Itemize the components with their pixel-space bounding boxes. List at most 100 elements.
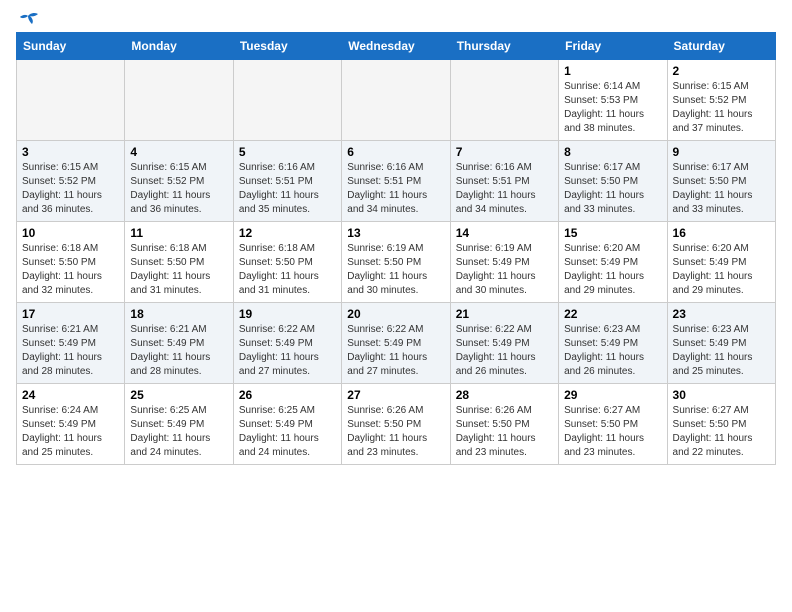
day-number: 12	[239, 226, 336, 240]
calendar-cell: 25Sunrise: 6:25 AM Sunset: 5:49 PM Dayli…	[125, 384, 233, 465]
calendar-cell: 2 Sunrise: 6:15 AM Sunset: 5:52 PM Daylig…	[667, 60, 775, 141]
day-number: 2	[673, 64, 770, 78]
day-info: Sunrise: 6:23 AM Sunset: 5:49 PM Dayligh…	[564, 323, 661, 379]
day-number: 6	[347, 145, 444, 159]
calendar-cell: 15 Sunrise: 6:20 AM Sunset: 5:49 PM Dayli…	[559, 222, 667, 303]
calendar-cell: 12 Sunrise: 6:18 AM Sunset: 5:50 PM Dayli…	[233, 222, 341, 303]
calendar-cell	[125, 60, 233, 141]
page-header	[16, 16, 776, 24]
day-number: 19	[239, 307, 336, 321]
calendar-cell: 21 Sunrise: 6:22 AM Sunset: 5:49 PM Dayli…	[450, 303, 558, 384]
calendar-week-row: 3 Sunrise: 6:15 AM Sunset: 5:52 PM Daylig…	[17, 141, 776, 222]
day-info: Sunrise: 6:15 AM Sunset: 5:52 PM Dayligh…	[130, 161, 227, 217]
calendar-cell: 10Sunrise: 6:18 AM Sunset: 5:50 PM Dayli…	[17, 222, 125, 303]
day-number: 10	[22, 226, 119, 240]
day-header-friday: Friday	[559, 33, 667, 60]
day-number: 26	[239, 388, 336, 402]
calendar-cell: 9 Sunrise: 6:17 AM Sunset: 5:50 PM Daylig…	[667, 141, 775, 222]
calendar-cell: 3 Sunrise: 6:15 AM Sunset: 5:52 PM Daylig…	[17, 141, 125, 222]
day-info: Sunrise: 6:22 AM Sunset: 5:49 PM Dayligh…	[347, 323, 444, 379]
day-header-monday: Monday	[125, 33, 233, 60]
day-number: 25	[130, 388, 227, 402]
day-info: Sunrise: 6:18 AM Sunset: 5:50 PM Dayligh…	[130, 242, 227, 298]
calendar-cell: 23 Sunrise: 6:23 AM Sunset: 5:49 PM Dayli…	[667, 303, 775, 384]
day-number: 11	[130, 226, 227, 240]
day-info: Sunrise: 6:21 AM Sunset: 5:49 PM Dayligh…	[130, 323, 227, 379]
day-number: 29	[564, 388, 661, 402]
day-number: 13	[347, 226, 444, 240]
calendar-week-row: 24 Sunrise: 6:24 AM Sunset: 5:49 PM Dayli…	[17, 384, 776, 465]
day-header-wednesday: Wednesday	[342, 33, 450, 60]
day-info: Sunrise: 6:20 AM Sunset: 5:49 PM Dayligh…	[673, 242, 770, 298]
day-number: 4	[130, 145, 227, 159]
day-info: Sunrise: 6:16 AM Sunset: 5:51 PM Dayligh…	[239, 161, 336, 217]
calendar-cell: 26Sunrise: 6:25 AM Sunset: 5:49 PM Dayli…	[233, 384, 341, 465]
calendar-cell: 18Sunrise: 6:21 AM Sunset: 5:49 PM Dayli…	[125, 303, 233, 384]
calendar-cell: 14 Sunrise: 6:19 AM Sunset: 5:49 PM Dayli…	[450, 222, 558, 303]
day-number: 24	[22, 388, 119, 402]
day-number: 3	[22, 145, 119, 159]
calendar-week-row: 17 Sunrise: 6:21 AM Sunset: 5:49 PM Dayli…	[17, 303, 776, 384]
calendar-cell	[233, 60, 341, 141]
day-header-thursday: Thursday	[450, 33, 558, 60]
day-info: Sunrise: 6:22 AM Sunset: 5:49 PM Dayligh…	[456, 323, 553, 379]
calendar-cell: 30Sunrise: 6:27 AM Sunset: 5:50 PM Dayli…	[667, 384, 775, 465]
calendar-header-row: SundayMondayTuesdayWednesdayThursdayFrid…	[17, 33, 776, 60]
day-number: 22	[564, 307, 661, 321]
calendar-cell: 11 Sunrise: 6:18 AM Sunset: 5:50 PM Dayli…	[125, 222, 233, 303]
day-number: 23	[673, 307, 770, 321]
day-info: Sunrise: 6:20 AM Sunset: 5:49 PM Dayligh…	[564, 242, 661, 298]
calendar-cell: 27 Sunrise: 6:26 AM Sunset: 5:50 PM Dayli…	[342, 384, 450, 465]
calendar-week-row: 1 Sunrise: 6:14 AM Sunset: 5:53 PM Daylig…	[17, 60, 776, 141]
day-number: 14	[456, 226, 553, 240]
calendar-cell: 19 Sunrise: 6:22 AM Sunset: 5:49 PM Dayli…	[233, 303, 341, 384]
day-info: Sunrise: 6:27 AM Sunset: 5:50 PM Dayligh…	[564, 404, 661, 460]
day-info: Sunrise: 6:15 AM Sunset: 5:52 PM Dayligh…	[22, 161, 119, 217]
logo	[16, 16, 38, 24]
calendar-week-row: 10 Sunrise: 6:18 AM Sunset: 5:50 PM Dayli…	[17, 222, 776, 303]
day-info: Sunrise: 6:27 AM Sunset: 5:50 PM Dayligh…	[673, 404, 770, 460]
calendar-table: SundayMondayTuesdayWednesdayThursdayFrid…	[16, 32, 776, 465]
calendar-cell: 17 Sunrise: 6:21 AM Sunset: 5:49 PM Dayli…	[17, 303, 125, 384]
calendar-cell: 1 Sunrise: 6:14 AM Sunset: 5:53 PM Daylig…	[559, 60, 667, 141]
day-number: 27	[347, 388, 444, 402]
day-info: Sunrise: 6:19 AM Sunset: 5:50 PM Dayligh…	[347, 242, 444, 298]
day-number: 16	[673, 226, 770, 240]
day-info: Sunrise: 6:22 AM Sunset: 5:49 PM Dayligh…	[239, 323, 336, 379]
day-header-sunday: Sunday	[17, 33, 125, 60]
day-number: 21	[456, 307, 553, 321]
day-number: 9	[673, 145, 770, 159]
day-number: 8	[564, 145, 661, 159]
day-number: 5	[239, 145, 336, 159]
day-number: 20	[347, 307, 444, 321]
day-info: Sunrise: 6:17 AM Sunset: 5:50 PM Dayligh…	[564, 161, 661, 217]
day-info: Sunrise: 6:14 AM Sunset: 5:53 PM Dayligh…	[564, 80, 661, 136]
day-header-tuesday: Tuesday	[233, 33, 341, 60]
calendar-cell: 7Sunrise: 6:16 AM Sunset: 5:51 PM Daylig…	[450, 141, 558, 222]
calendar-cell: 16 Sunrise: 6:20 AM Sunset: 5:49 PM Dayli…	[667, 222, 775, 303]
day-header-saturday: Saturday	[667, 33, 775, 60]
calendar-cell	[450, 60, 558, 141]
calendar-cell: 29 Sunrise: 6:27 AM Sunset: 5:50 PM Dayli…	[559, 384, 667, 465]
day-number: 1	[564, 64, 661, 78]
calendar-cell: 8 Sunrise: 6:17 AM Sunset: 5:50 PM Daylig…	[559, 141, 667, 222]
day-info: Sunrise: 6:19 AM Sunset: 5:49 PM Dayligh…	[456, 242, 553, 298]
day-info: Sunrise: 6:16 AM Sunset: 5:51 PM Dayligh…	[347, 161, 444, 217]
calendar-cell: 20 Sunrise: 6:22 AM Sunset: 5:49 PM Dayli…	[342, 303, 450, 384]
day-info: Sunrise: 6:23 AM Sunset: 5:49 PM Dayligh…	[673, 323, 770, 379]
day-number: 17	[22, 307, 119, 321]
day-number: 28	[456, 388, 553, 402]
day-info: Sunrise: 6:17 AM Sunset: 5:50 PM Dayligh…	[673, 161, 770, 217]
calendar-cell: 24 Sunrise: 6:24 AM Sunset: 5:49 PM Dayli…	[17, 384, 125, 465]
day-info: Sunrise: 6:24 AM Sunset: 5:49 PM Dayligh…	[22, 404, 119, 460]
day-number: 7	[456, 145, 553, 159]
day-number: 15	[564, 226, 661, 240]
day-info: Sunrise: 6:15 AM Sunset: 5:52 PM Dayligh…	[673, 80, 770, 136]
day-info: Sunrise: 6:18 AM Sunset: 5:50 PM Dayligh…	[239, 242, 336, 298]
day-info: Sunrise: 6:26 AM Sunset: 5:50 PM Dayligh…	[347, 404, 444, 460]
calendar-cell	[17, 60, 125, 141]
logo-bird-icon	[18, 12, 38, 28]
calendar-cell: 28 Sunrise: 6:26 AM Sunset: 5:50 PM Dayli…	[450, 384, 558, 465]
day-info: Sunrise: 6:21 AM Sunset: 5:49 PM Dayligh…	[22, 323, 119, 379]
day-info: Sunrise: 6:26 AM Sunset: 5:50 PM Dayligh…	[456, 404, 553, 460]
